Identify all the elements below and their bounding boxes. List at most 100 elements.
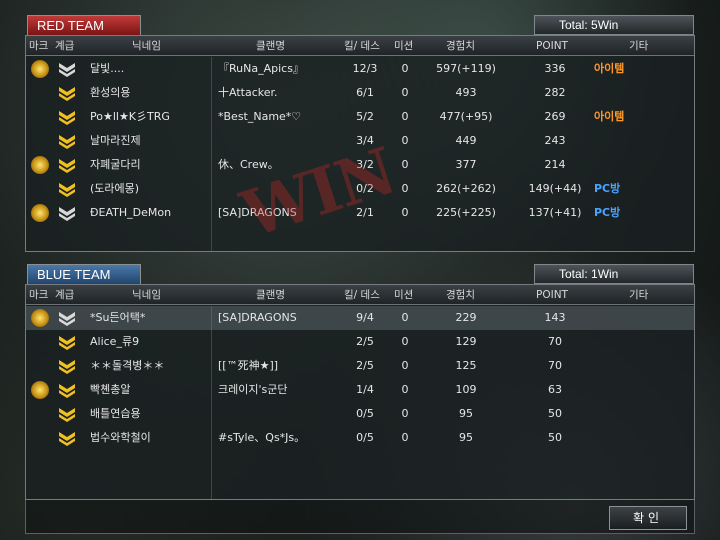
- header-clan: 클랜명: [256, 40, 285, 52]
- rank-chevron-icon: [59, 312, 75, 326]
- player-nickname: 달빛....: [90, 62, 125, 75]
- player-exp: 477(+95): [439, 110, 493, 123]
- header-rank: 계급: [55, 40, 75, 52]
- clan-mark-cell: [30, 153, 52, 177]
- player-row[interactable]: *Su든어택* [SA]DRAGONS 9/4 0 229 143: [26, 306, 694, 330]
- clan-emblem-icon: [31, 309, 49, 327]
- player-point: 336: [544, 62, 566, 75]
- player-etc: 아이템: [594, 62, 625, 75]
- rank-chevron-icon: [59, 432, 75, 446]
- clan-mark-cell: [30, 177, 52, 201]
- clan-mark-cell: [30, 57, 52, 81]
- header-clan: 클랜명: [256, 289, 285, 301]
- header-mission: 미션: [394, 289, 414, 301]
- header-mark: 마크: [29, 289, 49, 301]
- rank-chevron-icon: [59, 87, 75, 101]
- clan-emblem-icon: [31, 156, 49, 174]
- player-point: 282: [544, 86, 566, 99]
- red-team-panel: 마크 계급 닉네임 클랜명 킬/ 데스 미션 경험치 POINT 기타 달빛..…: [25, 35, 695, 253]
- player-exp: 109: [455, 383, 477, 396]
- header-nickname: 닉네임: [132, 40, 161, 52]
- player-exp: 449: [455, 134, 477, 147]
- player-exp: 95: [459, 407, 473, 420]
- clan-mark-cell: [30, 129, 52, 153]
- header-mission: 미션: [394, 40, 414, 52]
- player-nickname: 법수와학철이: [90, 431, 151, 444]
- player-kill-death: 2/5: [356, 359, 374, 372]
- rank-cell: [56, 177, 80, 201]
- clan-mark-cell: [30, 354, 52, 378]
- player-kill-death: 0/5: [356, 407, 374, 420]
- player-exp: 493: [455, 86, 477, 99]
- player-mission: 0: [401, 110, 409, 123]
- player-nickname: 자폐굴다리: [90, 158, 141, 171]
- player-nickname: Alice_류9: [90, 335, 140, 348]
- player-mission: 0: [401, 158, 409, 171]
- player-point: 50: [548, 431, 562, 444]
- player-kill-death: 5/2: [356, 110, 374, 123]
- clan-mark-cell: [30, 330, 52, 354]
- player-row[interactable]: 환성의용 十Attacker. 6/1 0 493 282: [26, 81, 694, 105]
- player-mission: 0: [401, 134, 409, 147]
- player-exp: 597(+119): [436, 62, 496, 75]
- player-row[interactable]: 법수와학철이 #sTyle、Qs*Js。 0/5 0 95 50: [26, 426, 694, 450]
- header-mark: 마크: [29, 40, 49, 52]
- player-etc: PC방: [594, 206, 621, 219]
- clan-emblem-icon: [31, 204, 49, 222]
- player-mission: 0: [401, 407, 409, 420]
- confirm-button[interactable]: 확인: [609, 506, 687, 530]
- player-exp: 225(+225): [436, 206, 496, 219]
- player-clan: #sTyle、Qs*Js。: [218, 431, 306, 444]
- player-clan: *Best_Name*♡: [218, 110, 302, 123]
- blue-team-rows: *Su든어택* [SA]DRAGONS 9/4 0 229 143 Alice_류9 2/5 0…: [26, 306, 694, 499]
- player-point: 269: [544, 110, 566, 123]
- player-nickname: ĐEATH_DeMon: [90, 206, 172, 219]
- blue-team-total: Total: 1Win: [534, 264, 694, 284]
- bottom-frame: [25, 500, 695, 534]
- header-point: POINT: [536, 289, 568, 301]
- player-nickname: 환성의용: [90, 86, 131, 99]
- player-nickname: (도라에몽): [90, 182, 140, 195]
- rank-cell: [56, 153, 80, 177]
- rank-cell: [56, 57, 80, 81]
- header-exp: 경험치: [446, 40, 475, 52]
- header-point: POINT: [536, 40, 568, 52]
- player-nickname: 배틀연습용: [90, 407, 141, 420]
- player-point: 137(+41): [528, 206, 582, 219]
- player-nickname: *Su든어택*: [90, 311, 146, 324]
- rank-chevron-icon: [59, 159, 75, 173]
- rank-chevron-icon: [59, 408, 75, 422]
- player-row[interactable]: Po★ll★K彡TRG *Best_Name*♡ 5/2 0 477(+95) 269 아이…: [26, 105, 694, 129]
- player-kill-death: 9/4: [356, 311, 374, 324]
- player-row[interactable]: ＊＊돌격병＊＊ [[™死神★]] 2/5 0 125 70: [26, 354, 694, 378]
- rank-cell: [56, 105, 80, 129]
- player-row[interactable]: 달빛.... 『RuNa_Apics』 12/3 0 597(+119) 336 아이템: [26, 57, 694, 81]
- player-point: 243: [544, 134, 566, 147]
- clan-mark-cell: [30, 81, 52, 105]
- player-nickname: 날마라진제: [90, 134, 141, 147]
- header-kd: 킬/ 데스: [344, 289, 380, 301]
- player-clan: 十Attacker.: [218, 86, 278, 99]
- player-mission: 0: [401, 359, 409, 372]
- player-row[interactable]: 빡쳰총알 크레이지's군단 1/4 0 109 63: [26, 378, 694, 402]
- player-etc: 아이템: [594, 110, 625, 123]
- player-clan: [[™死神★]]: [218, 359, 279, 372]
- player-point: 63: [548, 383, 562, 396]
- player-nickname: 빡쳰총알: [90, 383, 131, 396]
- player-point: 50: [548, 407, 562, 420]
- player-kill-death: 1/4: [356, 383, 374, 396]
- player-point: 214: [544, 158, 566, 171]
- rank-chevron-icon: [59, 135, 75, 149]
- rank-cell: [56, 402, 80, 426]
- player-nickname: ＊＊돌격병＊＊: [90, 359, 165, 372]
- player-row[interactable]: 배틀연습용 0/5 0 95 50: [26, 402, 694, 426]
- rank-cell: [56, 426, 80, 450]
- player-mission: 0: [401, 335, 409, 348]
- rank-cell: [56, 201, 80, 225]
- rank-chevron-icon: [59, 384, 75, 398]
- blue-team-panel: 마크 계급 닉네임 클랜명 킬/ 데스 미션 경험치 POINT 기타 *Su든…: [25, 284, 695, 500]
- player-point: 70: [548, 335, 562, 348]
- rank-chevron-icon: [59, 207, 75, 221]
- red-team-tab: RED TEAM: [27, 15, 141, 35]
- player-row[interactable]: Alice_류9 2/5 0 129 70: [26, 330, 694, 354]
